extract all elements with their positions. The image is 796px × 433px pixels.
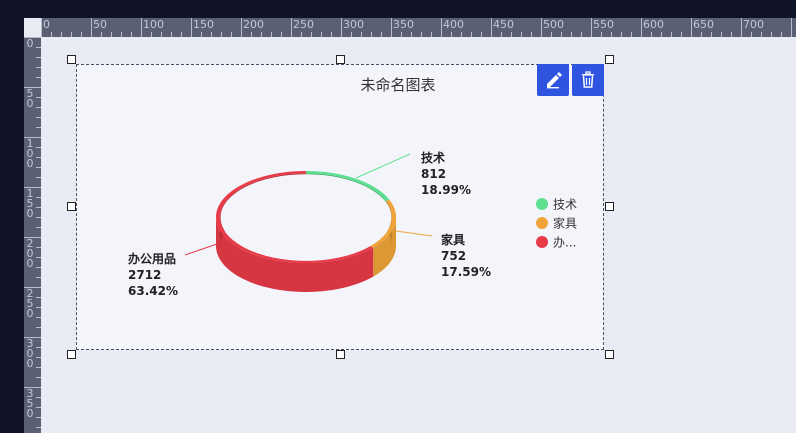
legend-marker-办公用品 <box>536 236 548 248</box>
legend-marker-家具 <box>536 217 548 229</box>
data-label: 2712 <box>128 268 161 282</box>
data-label: 63.42% <box>128 284 178 298</box>
leader-line-技术 <box>355 153 411 179</box>
ring-hole <box>220 174 392 261</box>
leader-line-家具 <box>395 230 433 237</box>
ring-chart: 技术 812 18.99% 家具 752 17.59% 办公用品 2712 63.42% 技术家具… <box>128 150 577 298</box>
data-label: 办公用品 <box>128 251 176 266</box>
data-label: 752 <box>441 249 466 263</box>
leader-line-办公用品 <box>184 243 218 256</box>
data-label: 家具 <box>441 232 465 247</box>
legend-item: 办... <box>553 235 576 250</box>
data-label: 812 <box>421 167 446 181</box>
legend-item: 家具 <box>553 216 577 231</box>
legend-marker-技术 <box>536 198 548 210</box>
data-label: 18.99% <box>421 183 471 197</box>
data-label: 技术 <box>421 150 445 165</box>
data-label: 17.59% <box>441 265 491 279</box>
legend-item: 技术 <box>553 198 577 212</box>
